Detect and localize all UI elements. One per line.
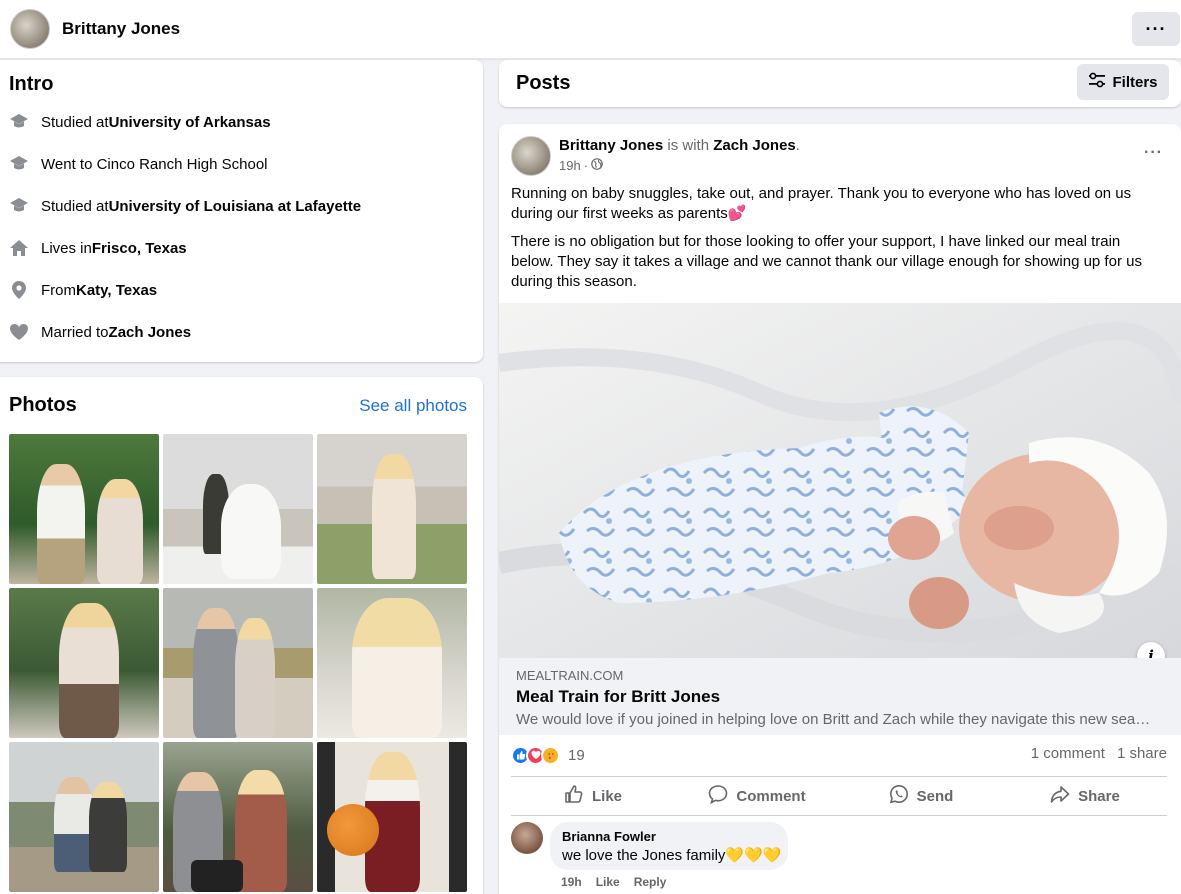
posts-title: Posts bbox=[516, 72, 571, 94]
photo-thumbnail[interactable] bbox=[9, 434, 159, 584]
link-title[interactable]: Meal Train for Britt Jones bbox=[516, 687, 720, 707]
post-author-name[interactable]: Brittany Jones bbox=[559, 137, 663, 154]
more-options-button[interactable]: ··· bbox=[1132, 12, 1180, 46]
graduation-cap-icon bbox=[9, 112, 29, 132]
like-button[interactable]: Like bbox=[511, 777, 675, 815]
link-description: We would love if you joined in helping l… bbox=[516, 711, 1151, 728]
posts-header-card: Posts Filters bbox=[499, 60, 1181, 107]
post-author-avatar[interactable] bbox=[511, 136, 551, 176]
intro-card: Intro Studied at University of Arkansas … bbox=[0, 60, 483, 362]
profile-avatar[interactable] bbox=[10, 9, 50, 49]
comment-reply-button[interactable]: Reply bbox=[634, 875, 667, 889]
post-link-image[interactable] bbox=[499, 303, 1181, 658]
newborn-photo bbox=[499, 303, 1181, 658]
reaction-summary[interactable]: 19 bbox=[511, 744, 585, 766]
intro-item-lives-in: Lives in Frisco, Texas bbox=[9, 236, 187, 260]
commenter-name[interactable]: Brianna Fowler bbox=[562, 829, 776, 844]
post-tagged-name[interactable]: Zach Jones bbox=[713, 137, 796, 154]
intro-link-university-arkansas[interactable]: University of Arkansas bbox=[109, 114, 271, 131]
comment-bubble: Brianna Fowler we love the Jones family💛… bbox=[550, 822, 788, 870]
photo-thumbnail[interactable] bbox=[163, 742, 313, 892]
photo-thumbnail[interactable] bbox=[9, 742, 159, 892]
link-domain: MEALTRAIN.COM bbox=[516, 668, 624, 683]
post-more-options-button[interactable]: ··· bbox=[1144, 144, 1163, 162]
care-reaction-icon bbox=[541, 745, 560, 765]
comment-text: we love the Jones family💛💛💛 bbox=[562, 847, 782, 864]
profile-name[interactable]: Brittany Jones bbox=[62, 19, 180, 39]
photos-card: Photos See all photos bbox=[0, 377, 483, 894]
intro-item-education-3: Studied at University of Louisiana at La… bbox=[9, 194, 361, 218]
intro-link-university-louisiana[interactable]: University of Louisiana at Lafayette bbox=[109, 198, 362, 215]
filters-icon bbox=[1088, 72, 1106, 92]
globe-icon bbox=[591, 158, 603, 173]
engagement-counts: 1 comment 1 share bbox=[1031, 745, 1167, 762]
post-author-line: Brittany Jones is with Zach Jones. bbox=[559, 137, 800, 154]
link-preview[interactable]: MEALTRAIN.COM Meal Train for Britt Jones… bbox=[499, 658, 1181, 735]
share-arrow-icon bbox=[1050, 784, 1070, 808]
intro-title: Intro bbox=[9, 73, 54, 95]
photos-title: Photos bbox=[9, 394, 77, 416]
photo-thumbnail[interactable] bbox=[317, 588, 467, 738]
post-text-paragraph-2: There is no obligation but for those loo… bbox=[511, 233, 1142, 290]
photo-thumbnail[interactable] bbox=[163, 588, 313, 738]
whatsapp-icon bbox=[889, 784, 909, 808]
heart-icon bbox=[9, 322, 29, 342]
home-icon bbox=[9, 238, 29, 258]
post-text-paragraph-1: Running on baby snuggles, take out, and … bbox=[511, 185, 1132, 222]
share-button[interactable]: Share bbox=[1003, 777, 1167, 815]
intro-item-education-1: Studied at University of Arkansas bbox=[9, 110, 271, 134]
photo-thumbnail[interactable] bbox=[9, 588, 159, 738]
location-pin-icon bbox=[9, 280, 29, 300]
intro-link-katy[interactable]: Katy, Texas bbox=[76, 282, 157, 299]
comment-meta: 19h Like Reply bbox=[561, 875, 666, 889]
comment-button[interactable]: Comment bbox=[675, 777, 839, 815]
comment-time[interactable]: 19h bbox=[561, 875, 582, 889]
filters-label: Filters bbox=[1112, 73, 1158, 91]
graduation-cap-icon bbox=[9, 196, 29, 216]
intro-item-education-2: Went to Cinco Ranch High School bbox=[9, 152, 268, 176]
send-button[interactable]: Send bbox=[839, 777, 1003, 815]
see-all-photos-link[interactable]: See all photos bbox=[359, 396, 467, 416]
reaction-count: 19 bbox=[568, 746, 585, 764]
filters-button[interactable]: Filters bbox=[1077, 64, 1169, 100]
photo-thumbnail[interactable] bbox=[163, 434, 313, 584]
photo-grid bbox=[9, 434, 467, 892]
share-count-link[interactable]: 1 share bbox=[1117, 745, 1167, 762]
post-time[interactable]: 19h bbox=[559, 158, 581, 173]
intro-item-married-to: Married to Zach Jones bbox=[9, 320, 191, 344]
photo-thumbnail[interactable] bbox=[317, 742, 467, 892]
intro-link-zach-jones[interactable]: Zach Jones bbox=[109, 324, 192, 341]
post-meta: 19h · bbox=[559, 158, 603, 173]
intro-link-frisco[interactable]: Frisco, Texas bbox=[92, 240, 187, 257]
comment-like-button[interactable]: Like bbox=[596, 875, 620, 889]
profile-header-bar: Brittany Jones ··· bbox=[0, 0, 1181, 59]
commenter-avatar[interactable] bbox=[511, 822, 543, 854]
photo-thumbnail[interactable] bbox=[317, 434, 467, 584]
comment-bubble-icon bbox=[708, 784, 728, 808]
graduation-cap-icon bbox=[9, 154, 29, 174]
post-card: Brittany Jones is with Zach Jones. 19h ·… bbox=[499, 124, 1181, 894]
intro-item-from: From Katy, Texas bbox=[9, 278, 157, 302]
post-action-bar: Like Comment Send Share bbox=[511, 776, 1167, 816]
thumbs-up-icon bbox=[564, 784, 584, 808]
comment-count-link[interactable]: 1 comment bbox=[1031, 745, 1105, 762]
